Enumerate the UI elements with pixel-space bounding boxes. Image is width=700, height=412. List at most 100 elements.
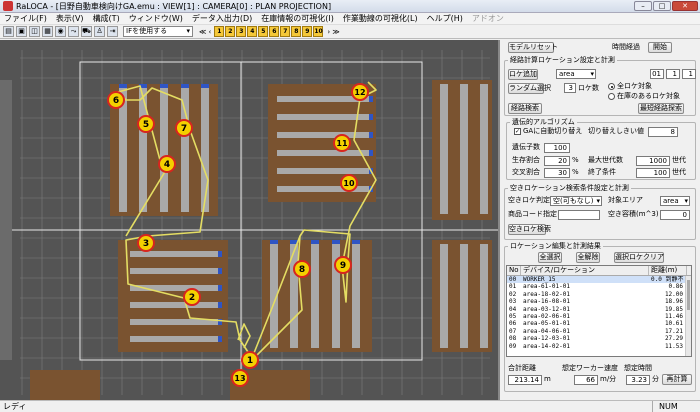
- minimize-button[interactable]: –: [634, 1, 652, 11]
- marker-2[interactable]: 2: [183, 288, 201, 306]
- location-table[interactable]: No デバイス/ロケーション 距離(m) 00 WORKER_15 0.0 到静不 …: [506, 265, 692, 357]
- table-row[interactable]: 09 area-14-02-01 11.53: [507, 343, 691, 350]
- view-button-7[interactable]: 7: [280, 26, 291, 37]
- table-scrollbar[interactable]: [685, 276, 691, 356]
- product-code-input[interactable]: [558, 210, 600, 220]
- grid-icon[interactable]: ▦: [42, 26, 53, 37]
- menu-data-io[interactable]: データ入出力(D): [192, 13, 252, 24]
- menu-help[interactable]: ヘルプ(H): [427, 13, 463, 24]
- col-location[interactable]: デバイス/ロケーション: [521, 266, 649, 275]
- marker-1[interactable]: 1: [241, 351, 259, 369]
- all-locations-radio[interactable]: [608, 83, 615, 90]
- location-add-button[interactable]: ロケ追加: [508, 69, 538, 80]
- save-icon[interactable]: ▣: [16, 26, 27, 37]
- maximize-button[interactable]: □: [653, 1, 671, 11]
- select-all-button[interactable]: 全選択: [538, 252, 562, 263]
- deselect-all-button[interactable]: 全解除: [576, 252, 600, 263]
- marker-4[interactable]: 4: [158, 155, 176, 173]
- marker-10[interactable]: 10: [340, 174, 358, 192]
- display-icon[interactable]: ◫: [29, 26, 40, 37]
- random-select-button[interactable]: ランダム選択: [508, 83, 551, 94]
- random-count-input[interactable]: 3: [564, 83, 576, 93]
- view-button-5[interactable]: 5: [258, 26, 269, 37]
- pick-icon[interactable]: ⇥: [107, 26, 118, 37]
- loc-level-input[interactable]: 1: [682, 69, 696, 79]
- menu-config[interactable]: 構成(T): [93, 13, 120, 24]
- marker-label: 1: [247, 356, 253, 366]
- route-icon[interactable]: ⤳: [68, 26, 79, 37]
- table-row[interactable]: 01 area-61-01-01 0.86: [507, 283, 691, 290]
- close-button[interactable]: ✕: [672, 1, 698, 11]
- crossover-input[interactable]: 30: [544, 168, 570, 178]
- area-select[interactable]: area: [556, 69, 596, 79]
- table-row[interactable]: 03 area-16-08-01 18.96: [507, 298, 691, 305]
- stock-locations-radio[interactable]: [608, 93, 615, 100]
- view-button-3[interactable]: 3: [236, 26, 247, 37]
- row-location: area-02-06-01: [523, 312, 570, 320]
- nav-next-button[interactable]: › ≫: [327, 28, 339, 36]
- end-condition-input[interactable]: 100: [636, 168, 670, 178]
- clear-selected-button[interactable]: 選択ロケクリア: [614, 252, 664, 263]
- open-folder-icon[interactable]: ▤: [3, 26, 14, 37]
- view-button-4[interactable]: 4: [247, 26, 258, 37]
- view-button-1[interactable]: 1: [214, 26, 225, 37]
- marker-9[interactable]: 9: [334, 256, 352, 274]
- view-button-8[interactable]: 8: [291, 26, 302, 37]
- marker-6[interactable]: 6: [107, 91, 125, 109]
- view-button-6[interactable]: 6: [269, 26, 280, 37]
- marker-7[interactable]: 7: [175, 119, 193, 137]
- nav-prev-button[interactable]: ≪ ‹: [199, 28, 211, 36]
- recalculate-button[interactable]: 再計算: [662, 374, 692, 385]
- table-row[interactable]: 07 area-04-06-01 17.21: [507, 328, 691, 335]
- start-button[interactable]: 開始: [648, 42, 672, 53]
- table-row[interactable]: 02 area-18-02-01 12.00: [507, 291, 691, 298]
- empty-judge-select[interactable]: 空(可もなし): [550, 196, 602, 206]
- switch-threshold-input[interactable]: 8: [648, 127, 678, 137]
- worker-speed-input[interactable]: 66: [574, 375, 598, 385]
- warehouse-plan-svg[interactable]: 1 2 3 4 5 6 7 8 9 10 11 12 13: [0, 40, 500, 400]
- survival-input[interactable]: 20: [544, 156, 570, 166]
- marker-3[interactable]: 3: [137, 234, 155, 252]
- row-location: WORKER_15: [523, 276, 556, 283]
- menu-view[interactable]: 表示(V): [56, 13, 84, 24]
- ga-auto-checkbox[interactable]: ✓: [514, 128, 521, 135]
- forklift-icon[interactable]: ⛟: [81, 26, 92, 37]
- marker-label: 6: [113, 96, 119, 106]
- marker-5[interactable]: 5: [137, 115, 155, 133]
- row-location: area-12-03-01: [523, 335, 570, 343]
- menu-route-visualize[interactable]: 作業動線の可視化(L): [343, 13, 418, 24]
- view-button-10[interactable]: 10: [313, 26, 324, 37]
- menu-window[interactable]: ウィンドウ(W): [129, 13, 183, 24]
- target-area-select[interactable]: area: [660, 196, 690, 206]
- menu-file[interactable]: ファイル(F): [4, 13, 47, 24]
- model-reset-button[interactable]: モデルリセット: [508, 42, 558, 53]
- menu-addon: アドオン: [471, 14, 504, 23]
- table-row[interactable]: 05 area-02-06-01 11.46: [507, 313, 691, 320]
- marker-8[interactable]: 8: [293, 260, 311, 278]
- table-row[interactable]: 08 area-12-03-01 27.29: [507, 335, 691, 342]
- table-row[interactable]: 00 WORKER_15 0.0 到静不: [507, 276, 691, 284]
- max-generation-input[interactable]: 1000: [636, 156, 670, 166]
- table-row[interactable]: 06 area-05-01-01 10.61: [507, 320, 691, 327]
- capacity-input[interactable]: 0: [660, 210, 690, 220]
- menu-inventory-visualize[interactable]: 在庫情報の可視化(I): [261, 13, 334, 24]
- table-row[interactable]: 04 area-03-12-01 19.85: [507, 306, 691, 313]
- genes-input[interactable]: 100: [544, 143, 570, 153]
- view-button-9[interactable]: 9: [302, 26, 313, 37]
- marker-12[interactable]: 12: [351, 83, 369, 101]
- marker-13[interactable]: 13: [231, 369, 249, 387]
- loc-col-input[interactable]: 1: [666, 69, 680, 79]
- loc-row-input[interactable]: 01: [650, 69, 664, 79]
- route-search-button[interactable]: 経路検索: [508, 103, 542, 114]
- col-distance[interactable]: 距離(m): [649, 266, 687, 275]
- view-button-2[interactable]: 2: [225, 26, 236, 37]
- warehouse-plan-view[interactable]: 1 2 3 4 5 6 7 8 9 10 11 12 13: [0, 40, 500, 400]
- empty-location-search-button[interactable]: 空きロケ検索: [508, 224, 551, 235]
- if-mode-select[interactable]: IFを使用する: [123, 26, 193, 37]
- camera-icon[interactable]: ◉: [55, 26, 66, 37]
- marker-11[interactable]: 11: [333, 134, 351, 152]
- worker-icon[interactable]: ♙: [94, 26, 105, 37]
- optimal-route-button[interactable]: 最短経路探索: [638, 103, 684, 114]
- col-no[interactable]: No: [507, 266, 521, 275]
- marker-label: 11: [336, 139, 348, 148]
